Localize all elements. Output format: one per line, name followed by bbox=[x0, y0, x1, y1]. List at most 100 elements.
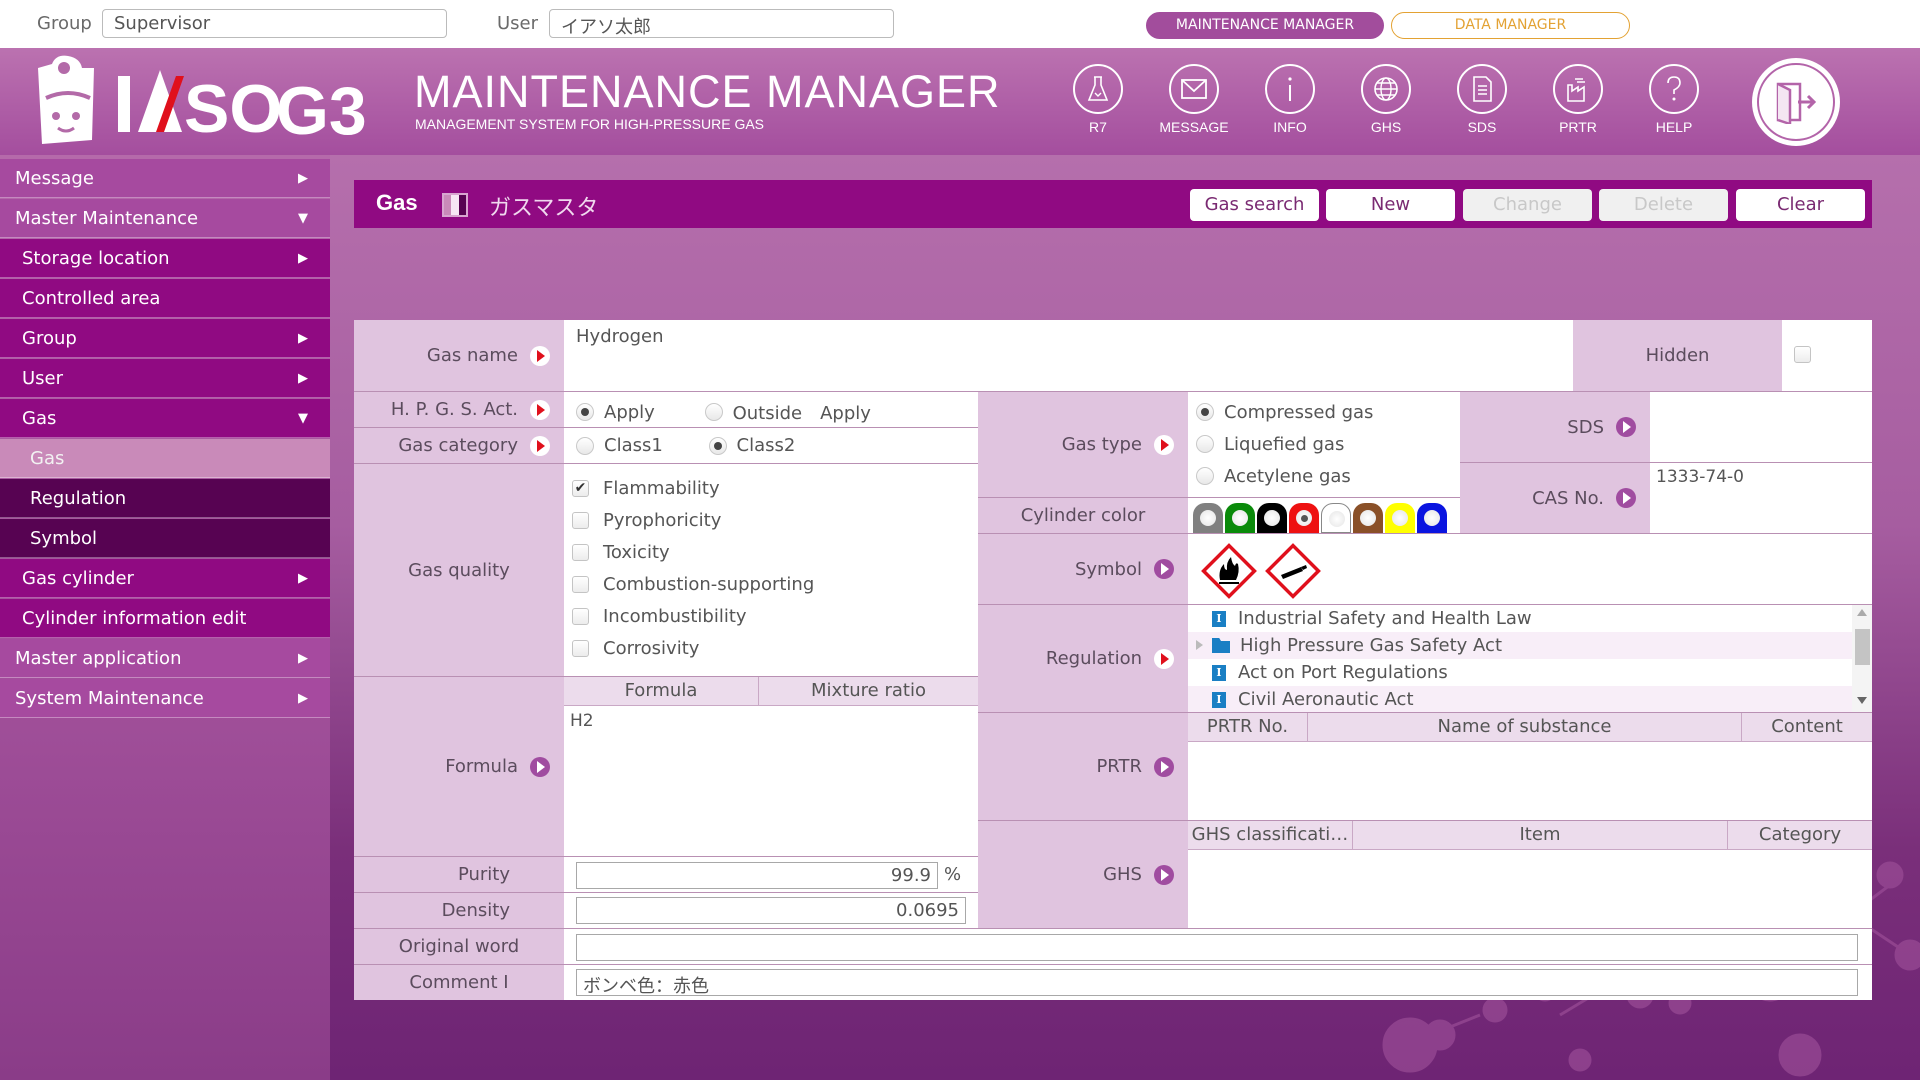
scroll-thumb[interactable] bbox=[1855, 629, 1870, 665]
gas-quality-checkbox[interactable]: Pyrophoricity bbox=[572, 504, 970, 536]
gas-quality-checkbox[interactable]: Combustion-supporting bbox=[572, 568, 970, 600]
sidebar-item[interactable]: Gas cylinder ▶ bbox=[0, 559, 330, 598]
checkbox-unchecked[interactable] bbox=[572, 607, 589, 625]
cas-no-input[interactable]: 1333-74-0 bbox=[1650, 463, 1872, 534]
clear-button[interactable]: Clear bbox=[1736, 189, 1865, 221]
checkbox-unchecked[interactable] bbox=[572, 575, 589, 593]
expand-arrow-icon[interactable] bbox=[1196, 640, 1203, 650]
nav-info-button[interactable]: INFO bbox=[1250, 64, 1330, 135]
column-header[interactable]: Mixture ratio bbox=[759, 677, 978, 705]
sidebar-item[interactable]: Storage location ▶ bbox=[0, 239, 330, 278]
radio-dot bbox=[1196, 403, 1214, 421]
checkbox-unchecked[interactable] bbox=[572, 511, 589, 529]
gas-quality-checkbox[interactable]: ✔ Flammability bbox=[572, 472, 970, 504]
column-header[interactable]: Name of substance bbox=[1308, 713, 1742, 741]
chevron-right-icon: ▶ bbox=[298, 171, 308, 186]
sidebar-item[interactable]: Master Maintenance ▼ bbox=[0, 199, 330, 238]
change-button[interactable]: Change bbox=[1463, 189, 1592, 221]
sidebar-item[interactable]: Controlled area bbox=[0, 279, 330, 318]
gas-search-button[interactable]: Gas search bbox=[1190, 189, 1319, 221]
sidebar-item[interactable]: Message ▶ bbox=[0, 159, 330, 198]
purity-input[interactable]: 99.9 bbox=[576, 862, 938, 889]
regulation-scrollbar[interactable] bbox=[1852, 605, 1872, 712]
nav-prtr-button[interactable]: PRTR bbox=[1538, 64, 1618, 135]
sidebar-item[interactable]: Regulation bbox=[0, 479, 330, 518]
cylinder-color-swatch[interactable] bbox=[1289, 503, 1319, 533]
original-word-input[interactable] bbox=[576, 934, 1858, 961]
radio-dot bbox=[576, 436, 594, 455]
maintenance-manager-button[interactable]: MAINTENANCE MANAGER bbox=[1146, 12, 1384, 39]
column-header[interactable]: Item bbox=[1353, 821, 1728, 849]
gas-quality-checkbox[interactable]: Corrosivity bbox=[572, 632, 970, 664]
sidebar-item[interactable]: Symbol bbox=[0, 519, 330, 558]
item-icon: I bbox=[1212, 664, 1226, 681]
formula-row[interactable]: H2 bbox=[570, 711, 594, 731]
cylinder-color-swatch[interactable] bbox=[1417, 503, 1447, 533]
hpgs-outside-apply-radio[interactable]: Outside Apply bbox=[704, 399, 871, 425]
user-field[interactable]: イアソ太郎 bbox=[549, 9, 894, 38]
column-header[interactable]: Formula bbox=[564, 677, 759, 705]
checkbox-unchecked[interactable] bbox=[572, 639, 589, 657]
gas-quality-checkboxes: ✔ Flammability Pyrophoricity Toxicity Combus… bbox=[564, 464, 978, 677]
checkbox-unchecked[interactable] bbox=[572, 543, 589, 561]
scroll-down-icon[interactable] bbox=[1857, 697, 1867, 704]
sidebar-item[interactable]: Group ▶ bbox=[0, 319, 330, 358]
acetylene-gas-radio[interactable]: Acetylene gas bbox=[1196, 460, 1351, 492]
master-icon bbox=[442, 193, 468, 217]
cylinder-color-swatch[interactable] bbox=[1321, 503, 1351, 533]
gas-name-input[interactable]: Hydrogen bbox=[564, 320, 1573, 392]
column-header[interactable]: Category bbox=[1728, 821, 1872, 849]
sds-value[interactable] bbox=[1650, 392, 1872, 463]
scroll-up-icon[interactable] bbox=[1857, 609, 1867, 616]
regulation-item[interactable]: I Civil Aeronautic Act bbox=[1188, 686, 1872, 712]
page-title: Gas bbox=[376, 190, 418, 215]
cylinder-color-swatch[interactable] bbox=[1385, 503, 1415, 533]
density-input[interactable]: 0.0695 bbox=[576, 897, 966, 924]
regulation-item[interactable]: I Industrial Safety and Health Law bbox=[1188, 605, 1872, 632]
cylinder-color-swatch[interactable] bbox=[1193, 503, 1223, 533]
column-header[interactable]: Content bbox=[1742, 713, 1872, 741]
ghs-gas-cylinder-icon[interactable] bbox=[1264, 542, 1322, 600]
nav-ghs-button[interactable]: GHS bbox=[1346, 64, 1426, 135]
class2-radio[interactable]: Class2 bbox=[708, 435, 795, 456]
gas-quality-checkbox[interactable]: Toxicity bbox=[572, 536, 970, 568]
sidebar-item[interactable]: Master application ▶ bbox=[0, 639, 330, 678]
cylinder-color-swatch[interactable] bbox=[1257, 503, 1287, 533]
new-button[interactable]: New bbox=[1326, 189, 1455, 221]
nav-sds-button[interactable]: SDS bbox=[1442, 64, 1522, 135]
info-icon bbox=[1265, 64, 1315, 114]
hidden-checkbox[interactable] bbox=[1794, 346, 1811, 363]
ghs-table: GHS classificati… Item Category bbox=[1188, 821, 1872, 929]
nav-r7-button[interactable]: R7 bbox=[1058, 64, 1138, 135]
gas-quality-checkbox[interactable]: Incombustibility bbox=[572, 600, 970, 632]
cylinder-color-swatch[interactable] bbox=[1225, 503, 1255, 533]
liquefied-gas-radio[interactable]: Liquefied gas bbox=[1196, 428, 1344, 460]
column-header[interactable]: PRTR No. bbox=[1188, 713, 1308, 741]
compressed-gas-radio[interactable]: Compressed gas bbox=[1196, 396, 1373, 428]
sidebar-item[interactable]: Cylinder information edit bbox=[0, 599, 330, 638]
symbol-list bbox=[1188, 534, 1872, 605]
group-field[interactable]: Supervisor bbox=[102, 9, 447, 38]
sidebar-item[interactable]: User ▶ bbox=[0, 359, 330, 398]
nav-message-button[interactable]: MESSAGE bbox=[1154, 64, 1234, 135]
regulation-item[interactable]: High Pressure Gas Safety Act bbox=[1188, 632, 1872, 659]
sidebar-item[interactable]: System Maintenance ▶ bbox=[0, 679, 330, 718]
class1-radio[interactable]: Class1 bbox=[576, 435, 663, 456]
delete-button[interactable]: Delete bbox=[1599, 189, 1728, 221]
sidebar-item-label: Gas cylinder bbox=[22, 568, 134, 589]
data-manager-button[interactable]: DATA MANAGER bbox=[1391, 12, 1630, 39]
sidebar-item[interactable]: Gas bbox=[0, 439, 330, 478]
sidebar-item[interactable]: Gas ▼ bbox=[0, 399, 330, 438]
cylinder-color-swatch[interactable] bbox=[1353, 503, 1383, 533]
nav-help-button[interactable]: HELP bbox=[1634, 64, 1714, 135]
gas-type-label: Gas type bbox=[978, 392, 1188, 498]
ghs-flame-icon[interactable] bbox=[1200, 542, 1258, 600]
iaso-g3-logo: SO G3 bbox=[38, 55, 367, 146]
gas-type-radios: Compressed gas Liquefied gas Acetylene g… bbox=[1188, 392, 1460, 498]
logout-button[interactable] bbox=[1752, 58, 1840, 146]
checkbox-checked[interactable]: ✔ bbox=[572, 479, 589, 497]
regulation-item[interactable]: I Act on Port Regulations bbox=[1188, 659, 1872, 686]
hpgs-apply-radio[interactable]: Apply bbox=[576, 402, 655, 423]
column-header[interactable]: GHS classificati… bbox=[1188, 821, 1353, 849]
comment-input[interactable]: ボンベ色：赤色 bbox=[576, 969, 1858, 997]
